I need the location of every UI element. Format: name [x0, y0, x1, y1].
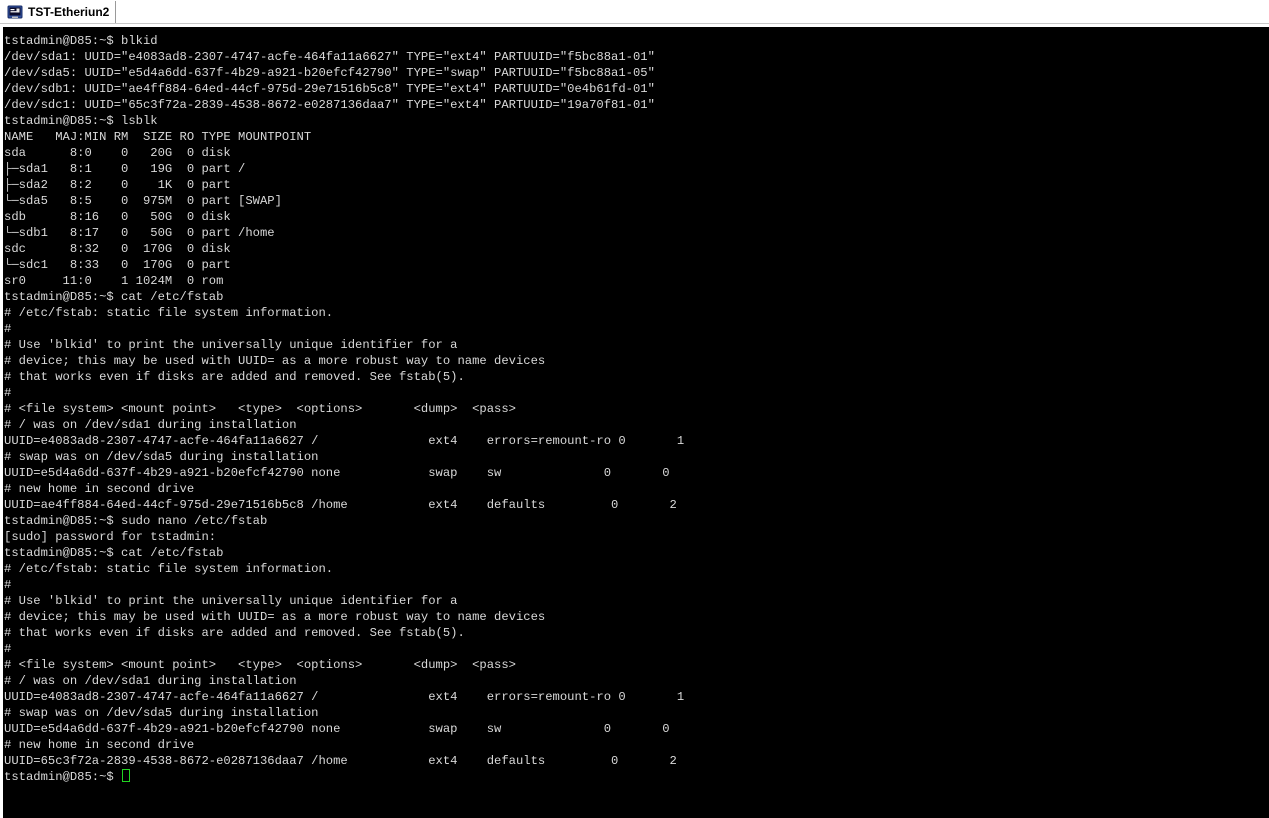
- terminal-line: # /etc/fstab: static file system informa…: [4, 306, 334, 320]
- shell-prompt: tstadmin@D85:~$: [4, 770, 122, 784]
- terminal-line: UUID=e4083ad8-2307-4747-acfe-464fa11a662…: [4, 434, 685, 448]
- terminal-line: #: [4, 322, 12, 336]
- terminal-line: # <file system> <mount point> <type> <op…: [4, 658, 516, 672]
- terminal-line: /dev/sdb1: UUID="ae4ff884-64ed-44cf-975d…: [4, 82, 655, 96]
- terminal-line: # device; this may be used with UUID= as…: [4, 610, 546, 624]
- terminal-line: # Use 'blkid' to print the universally u…: [4, 594, 458, 608]
- terminal-line: tstadmin@D85:~$ blkid: [4, 34, 158, 48]
- terminal-line: ├─sda2 8:2 0 1K 0 part: [4, 178, 231, 192]
- terminal-line: # Use 'blkid' to print the universally u…: [4, 338, 458, 352]
- terminal-line: └─sda5 8:5 0 975M 0 part [SWAP]: [4, 194, 282, 208]
- terminal-prompt-line: tstadmin@D85:~$: [4, 769, 684, 785]
- terminal-line: # / was on /dev/sda1 during installation: [4, 674, 297, 688]
- terminal-line: /dev/sda1: UUID="e4083ad8-2307-4747-acfe…: [4, 50, 655, 64]
- terminal-line: sdb 8:16 0 50G 0 disk: [4, 210, 231, 224]
- terminal-line: sdc 8:32 0 170G 0 disk: [4, 242, 231, 256]
- terminal-line: /dev/sdc1: UUID="65c3f72a-2839-4538-8672…: [4, 98, 655, 112]
- terminal-line: #: [4, 386, 12, 400]
- terminal-line: # <file system> <mount point> <type> <op…: [4, 402, 516, 416]
- terminal-line: └─sdb1 8:17 0 50G 0 part /home: [4, 226, 275, 240]
- terminal-line: tstadmin@D85:~$ lsblk: [4, 114, 158, 128]
- text-cursor: [122, 769, 131, 782]
- terminal-line: #: [4, 578, 12, 592]
- terminal-line: [sudo] password for tstadmin:: [4, 530, 217, 544]
- terminal-line: tstadmin@D85:~$ sudo nano /etc/fstab: [4, 514, 268, 528]
- terminal-line: # swap was on /dev/sda5 during installat…: [4, 706, 319, 720]
- title-tab-bar: TST-Etheriun2: [0, 0, 1269, 24]
- terminal-line: /dev/sda5: UUID="e5d4a6dd-637f-4b29-a921…: [4, 66, 655, 80]
- terminal-line: # new home in second drive: [4, 482, 195, 496]
- terminal-line: #: [4, 642, 12, 656]
- terminal-line: tstadmin@D85:~$ cat /etc/fstab: [4, 546, 224, 560]
- terminal-line: # that works even if disks are added and…: [4, 370, 465, 384]
- terminal-line: └─sdc1 8:33 0 170G 0 part: [4, 258, 231, 272]
- terminal-line: ├─sda1 8:1 0 19G 0 part /: [4, 162, 246, 176]
- terminal-lines: tstadmin@D85:~$ blkid/dev/sda1: UUID="e4…: [4, 33, 684, 785]
- terminal-line: # device; this may be used with UUID= as…: [4, 354, 546, 368]
- terminal-line: sda 8:0 0 20G 0 disk: [4, 146, 231, 160]
- terminal-output[interactable]: tstadmin@D85:~$ blkid/dev/sda1: UUID="e4…: [3, 27, 1269, 818]
- terminal-line: sr0 11:0 1 1024M 0 rom: [4, 274, 224, 288]
- session-tab-title: TST-Etheriun2: [28, 5, 110, 19]
- terminal-line: # swap was on /dev/sda5 during installat…: [4, 450, 319, 464]
- terminal-line: UUID=e5d4a6dd-637f-4b29-a921-b20efcf4279…: [4, 466, 670, 480]
- terminal-line: UUID=ae4ff884-64ed-44cf-975d-29e71516b5c…: [4, 498, 677, 512]
- terminal-line: UUID=e4083ad8-2307-4747-acfe-464fa11a662…: [4, 690, 685, 704]
- terminal-line: UUID=65c3f72a-2839-4538-8672-e0287136daa…: [4, 754, 677, 768]
- terminal-line: # / was on /dev/sda1 during installation: [4, 418, 297, 432]
- terminal-line: # /etc/fstab: static file system informa…: [4, 562, 334, 576]
- terminal-line: # new home in second drive: [4, 738, 195, 752]
- terminal-line: # that works even if disks are added and…: [4, 626, 465, 640]
- terminal-line: tstadmin@D85:~$ cat /etc/fstab: [4, 290, 224, 304]
- terminal-line: NAME MAJ:MIN RM SIZE RO TYPE MOUNTPOINT: [4, 130, 312, 144]
- session-tab[interactable]: TST-Etheriun2: [3, 1, 117, 23]
- putty-terminal-icon: [7, 4, 23, 20]
- terminal-line: UUID=e5d4a6dd-637f-4b29-a921-b20efcf4279…: [4, 722, 670, 736]
